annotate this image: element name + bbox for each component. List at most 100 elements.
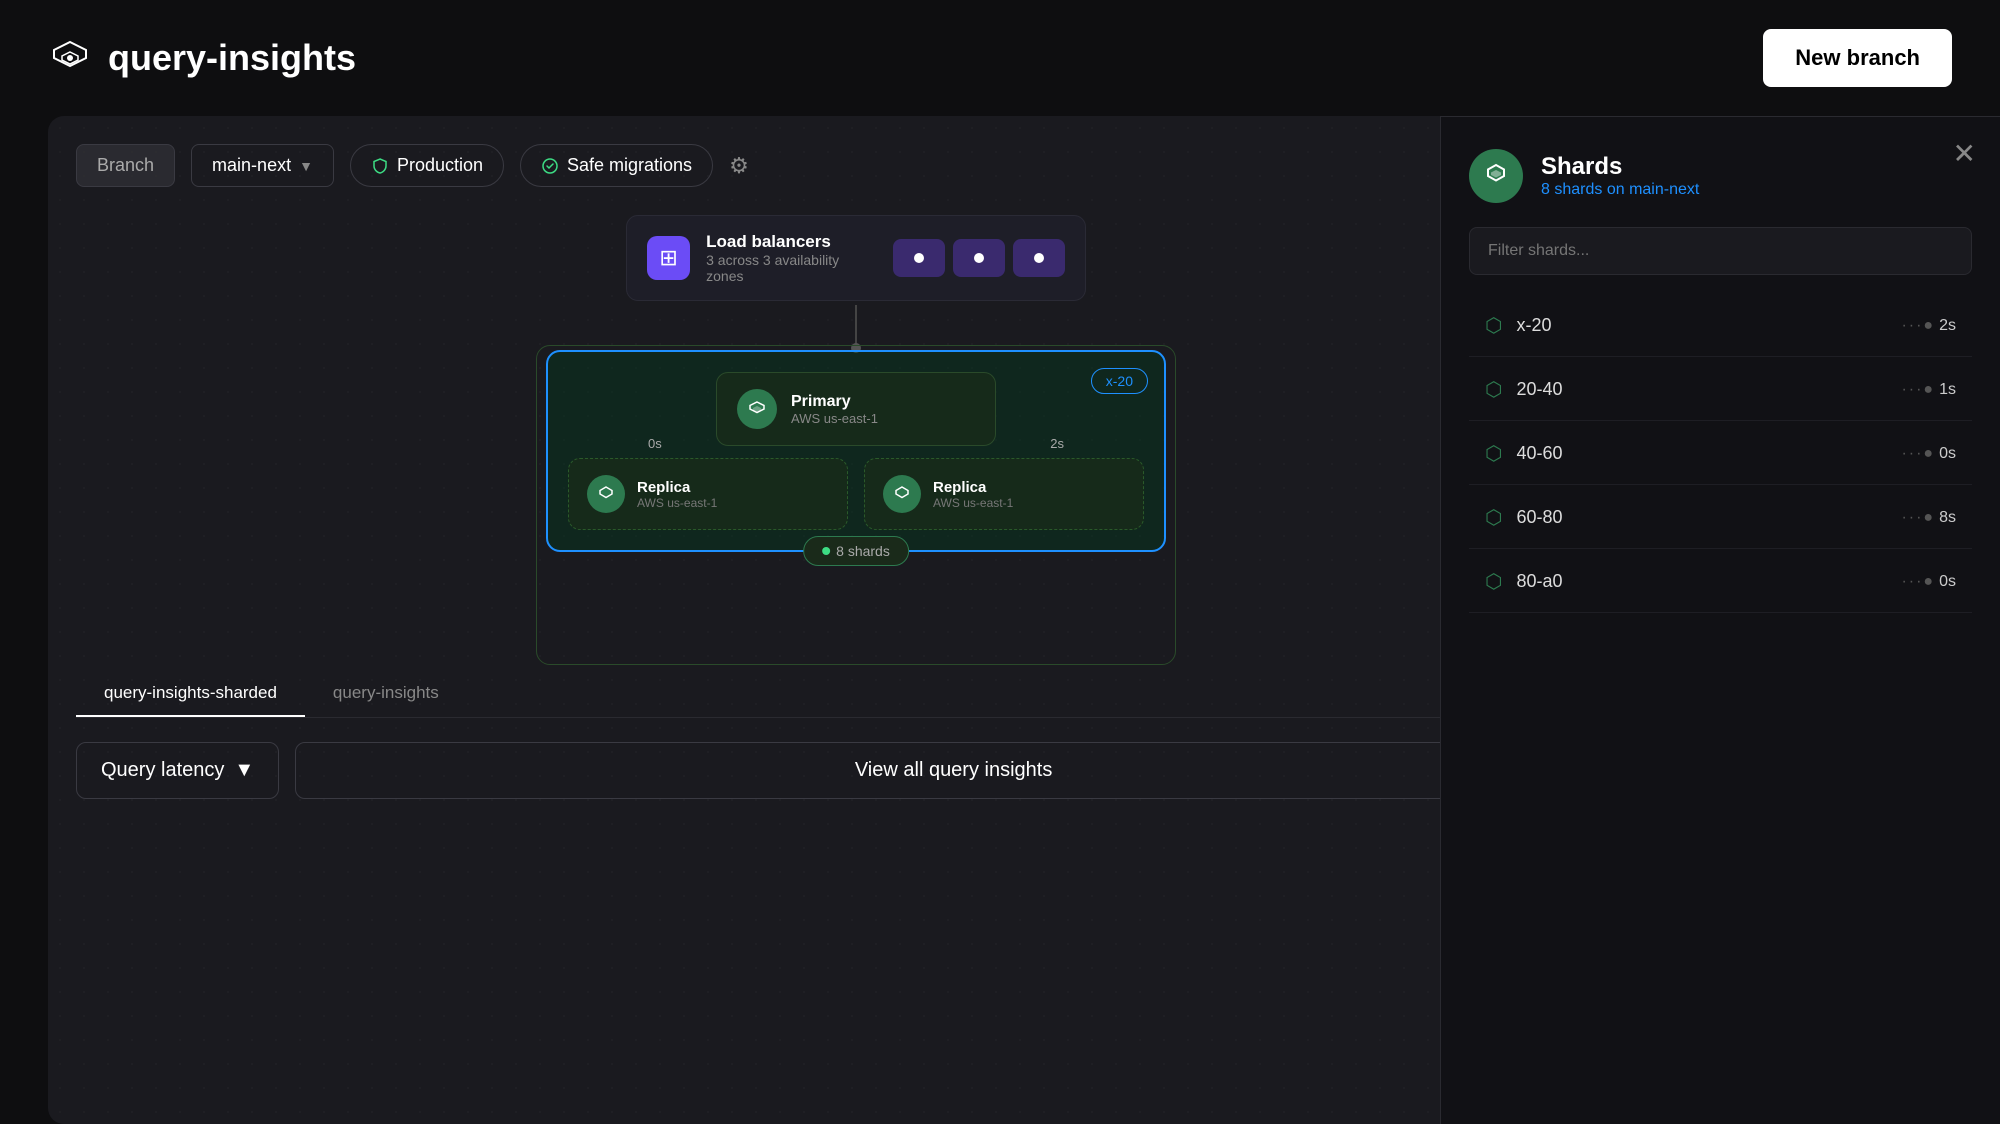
lb-node-2: [953, 239, 1005, 277]
shard-name: 40-60: [1516, 443, 1901, 464]
topology-diagram: ⊞ Load balancers 3 across 3 availability…: [76, 215, 1636, 635]
safe-migrations-label: Safe migrations: [567, 155, 692, 176]
db-card: Branch main-next ▼ Production Sa: [48, 116, 1664, 1124]
shard-name: 80-a0: [1516, 571, 1901, 592]
shard-item[interactable]: ⬡ 60-80 ···● 8s: [1469, 487, 1972, 549]
latency-dots: ···●: [1901, 573, 1935, 591]
query-latency-label: Query latency: [101, 759, 224, 782]
shard-list: ⬡ x-20 ···● 2s ⬡ 20-40 ···● 1s ⬡ 40-60 ·…: [1469, 295, 1972, 613]
shards-count-label: 8 shards: [836, 543, 890, 559]
shard-item[interactable]: ⬡ x-20 ···● 2s: [1469, 295, 1972, 357]
primary-node: Primary AWS us-east-1: [716, 372, 996, 446]
settings-button[interactable]: ⚙: [729, 153, 749, 179]
shield-icon: [371, 157, 389, 175]
shard-icon: ⬡: [1485, 505, 1502, 530]
shard-latency: ···● 1s: [1901, 381, 1956, 399]
shard-latency: ···● 0s: [1901, 445, 1956, 463]
production-label: Production: [397, 155, 483, 176]
shards-branch-link[interactable]: main-next: [1629, 181, 1699, 198]
lb-subtitle: 3 across 3 availability zones: [706, 252, 877, 284]
new-branch-button[interactable]: New branch: [1763, 29, 1952, 87]
tabs-row: query-insights-sharded query-insights: [76, 671, 1612, 718]
replica1-db-icon: [587, 475, 625, 513]
shards-icon: [1469, 149, 1523, 203]
lb-title: Load balancers: [706, 232, 877, 252]
branch-select-value: main-next: [212, 155, 291, 176]
branch-select[interactable]: main-next ▼: [191, 144, 334, 187]
lb-text: Load balancers 3 across 3 availability z…: [706, 232, 877, 284]
shard-icon: ⬡: [1485, 313, 1502, 338]
chevron-down-icon: ▼: [234, 759, 254, 782]
shard-latency-value: 2s: [1939, 317, 1956, 335]
shard-latency: ···● 2s: [1901, 317, 1956, 335]
replica2-title: Replica: [933, 479, 1013, 496]
chevron-down-icon: ▼: [299, 158, 313, 174]
shard-latency-value: 1s: [1939, 381, 1956, 399]
replica1-title: Replica: [637, 479, 717, 496]
lb-nodes: [893, 239, 1065, 277]
header: query-insights New branch: [0, 0, 2000, 116]
load-balancers-box: ⊞ Load balancers 3 across 3 availability…: [626, 215, 1086, 301]
shard-icon: ⬡: [1485, 377, 1502, 402]
shard-name: x-20: [1516, 315, 1901, 336]
filter-shards-input[interactable]: [1469, 227, 1972, 275]
latency-dots: ···●: [1901, 445, 1935, 463]
latency-right: 2s: [1050, 436, 1064, 451]
latency-dots: ···●: [1901, 317, 1935, 335]
replica-node-1: Replica AWS us-east-1: [568, 458, 848, 530]
query-latency-button[interactable]: Query latency ▼: [76, 742, 279, 799]
safe-migrations-badge[interactable]: Safe migrations: [520, 144, 713, 187]
shard-item[interactable]: ⬡ 40-60 ···● 0s: [1469, 423, 1972, 485]
shards-title: Shards 8 shards on main-next: [1541, 153, 1699, 199]
latency-dots: ···●: [1901, 381, 1935, 399]
primary-title: Primary: [791, 393, 878, 411]
close-button[interactable]: ✕: [1953, 137, 1976, 170]
replica1-text: Replica AWS us-east-1: [637, 479, 717, 510]
shard-item[interactable]: ⬡ 80-a0 ···● 0s: [1469, 551, 1972, 613]
replica-row: 0s 2s Replica AWS us-east-1: [568, 458, 1144, 530]
shard-latency-value: 0s: [1939, 445, 1956, 463]
app-title: query-insights: [108, 37, 356, 79]
latency-left: 0s: [648, 436, 662, 451]
logo-icon: [48, 36, 92, 80]
replica1-region: AWS us-east-1: [637, 496, 717, 510]
view-insights-button[interactable]: View all query insights: [295, 742, 1612, 799]
lb-node-3: [1013, 239, 1065, 277]
shard-latency-value: 0s: [1939, 573, 1956, 591]
bottom-bar: Query latency ▼ View all query insights: [76, 742, 1612, 799]
shards-panel: ✕ Shards 8 shards on main-next ⬡ x-20 ··…: [1440, 116, 2000, 1124]
branch-label: Branch: [76, 144, 175, 187]
shard-item[interactable]: ⬡ 20-40 ···● 1s: [1469, 359, 1972, 421]
lb-node-1: [893, 239, 945, 277]
primary-db-icon: [737, 389, 777, 429]
x20-badge: x-20: [1091, 368, 1148, 394]
replica2-db-icon: [883, 475, 921, 513]
production-badge[interactable]: Production: [350, 144, 504, 187]
check-circle-icon: [541, 157, 559, 175]
shards-header: Shards 8 shards on main-next: [1469, 149, 1972, 203]
shards-panel-title: Shards: [1541, 153, 1699, 181]
shards-subtitle: 8 shards on main-next: [1541, 181, 1699, 199]
load-balancer-icon: ⊞: [647, 236, 690, 280]
replica-node-2: Replica AWS us-east-1: [864, 458, 1144, 530]
shard-icon: ⬡: [1485, 569, 1502, 594]
shard-name: 20-40: [1516, 379, 1901, 400]
shard-container[interactable]: x-20 Primary AWS us-east-1: [546, 350, 1166, 552]
shard-icon: ⬡: [1485, 441, 1502, 466]
shards-count-badge: 8 shards: [803, 536, 909, 566]
branch-row: Branch main-next ▼ Production Sa: [76, 144, 1636, 187]
connector-line: [855, 305, 857, 345]
shards-dot: [822, 547, 830, 555]
tab-insights[interactable]: query-insights: [305, 671, 467, 717]
shard-latency-value: 8s: [1939, 509, 1956, 527]
primary-region: AWS us-east-1: [791, 411, 878, 426]
shard-latency: ···● 0s: [1901, 573, 1956, 591]
shard-name: 60-80: [1516, 507, 1901, 528]
replica2-region: AWS us-east-1: [933, 496, 1013, 510]
primary-node-text: Primary AWS us-east-1: [791, 393, 878, 426]
shards-subtitle-text: 8 shards on: [1541, 181, 1625, 198]
header-left: query-insights: [48, 36, 356, 80]
tab-sharded[interactable]: query-insights-sharded: [76, 671, 305, 717]
replica2-text: Replica AWS us-east-1: [933, 479, 1013, 510]
latency-dots: ···●: [1901, 509, 1935, 527]
